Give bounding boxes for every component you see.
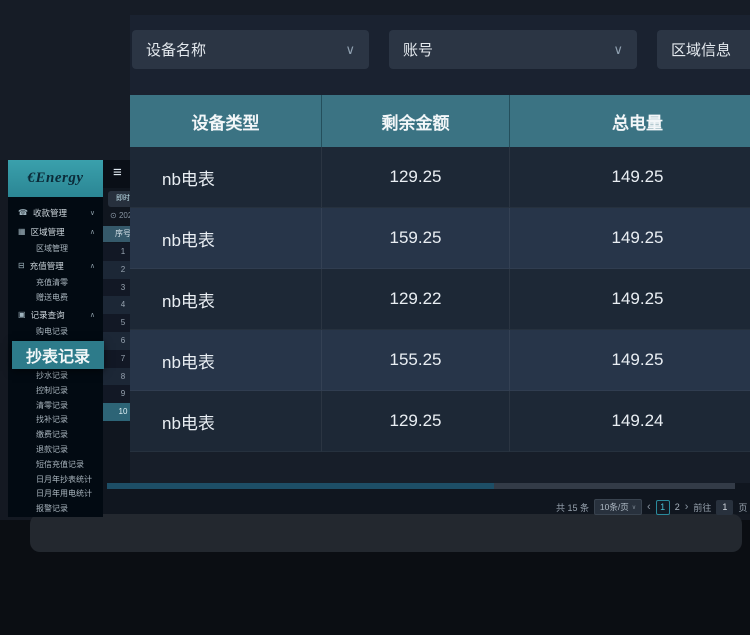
chevron-up-icon: ∧ [90,262,95,270]
sidebar-item-payment[interactable]: ☎ 收款管理 ∨ [8,203,103,222]
region-select-value: 区域信息 [671,39,731,60]
sidebar-item-clear-records[interactable]: 清零记录 [8,399,103,414]
goto-suffix: 页 [738,501,747,514]
sidebar-item-sms-recharge-records[interactable]: 短信充值记录 [8,458,103,473]
sidebar-item-label: 充值管理 [30,260,64,272]
table-row[interactable]: nb电表 129.25 149.25 [130,147,750,208]
sidebar-item-refund-records[interactable]: 退款记录 [8,443,103,458]
scrollbar-track[interactable] [494,483,735,489]
table-body: nb电表 129.25 149.25 nb电表 159.25 149.25 nb… [130,147,750,452]
pagination-bar: 共 15 条 10条/页 ∨ ‹ 1 2 › 前往 1 页 [556,497,747,517]
goto-label: 前往 [693,501,711,514]
sidebar-item-payment-records[interactable]: 缴费记录 [8,428,103,443]
column-header-remaining-amount: 剩余金额 [322,95,510,147]
recharge-card-icon: ⊟ [18,261,25,270]
sidebar-item-recharge-clear[interactable]: 充值清零 [8,275,103,290]
page-size-select[interactable]: 10条/页 ∨ [594,499,642,515]
account-select-value: 账号 [403,39,433,60]
chevron-down-icon: ∨ [613,42,623,58]
table-row[interactable]: nb电表 129.25 149.24 [130,391,750,452]
records-icon: ▣ [18,310,26,319]
hamburger-menu-icon[interactable]: ≡ [113,164,122,181]
app-logo: €Energy [8,160,103,197]
cell-device-type: nb电表 [130,391,322,452]
clock-icon: ⊙ [110,211,117,220]
scrollbar-thumb[interactable] [107,483,494,489]
device-name-select-value: 设备名称 [146,39,206,60]
device-name-select[interactable]: 设备名称 ∨ [132,30,369,69]
sidebar-item-purchase-records[interactable]: 购电记录 [8,324,103,339]
cell-remaining-amount: 155.25 [322,330,510,391]
goto-page-input[interactable]: 1 [716,500,733,515]
table-row[interactable]: nb电表 155.25 149.25 [130,330,750,391]
cell-remaining-amount: 129.22 [322,269,510,330]
cell-total-power: 149.24 [510,391,750,452]
chevron-up-icon: ∧ [90,311,95,319]
sidebar-item-recharge-group[interactable]: ⊟ 充值管理 ∧ [8,256,103,275]
next-page-button[interactable]: › [685,500,689,514]
column-header-total-power: 总电量 [510,95,750,147]
sidebar-item-region-group[interactable]: ▦ 区域管理 ∧ [8,222,103,241]
table-empty-area [130,452,750,483]
chevron-down-icon: ∨ [90,209,95,217]
cell-device-type: nb电表 [130,147,322,208]
cell-total-power: 149.25 [510,208,750,269]
table-row[interactable]: nb电表 159.25 149.25 [130,208,750,269]
cell-remaining-amount: 129.25 [322,391,510,452]
cell-device-type: nb电表 [130,269,322,330]
sidebar-item-label: 区域管理 [31,226,65,238]
payment-icon: ☎ [18,208,28,217]
chevron-down-icon: ∨ [345,42,355,58]
account-select[interactable]: 账号 ∨ [389,30,637,69]
pagination-total: 共 15 条 [556,501,589,514]
sidebar-item-alarm-records[interactable]: 报警记录 [8,502,103,517]
cell-remaining-amount: 159.25 [322,208,510,269]
sidebar-item-usage-statistics[interactable]: 日月年用电统计 [8,487,103,502]
cell-total-power: 149.25 [510,330,750,391]
horizontal-scrollbar [0,483,750,489]
sidebar-item-gift-power[interactable]: 赠送电费 [8,290,103,305]
page-button-current[interactable]: 1 [656,500,670,515]
records-panel: 设备名称 ∨ 账号 ∨ 区域信息 设备类型 剩余金额 总电量 nb电表 129.… [130,15,750,483]
chevron-down-icon: ∨ [632,504,636,511]
cell-device-type: nb电表 [130,208,322,269]
column-header-device-type: 设备类型 [130,95,322,147]
cell-total-power: 149.25 [510,147,750,208]
sidebar-item-control-records[interactable]: 控制记录 [8,384,103,399]
sidebar: €Energy ☎ 收款管理 ∨ ▦ 区域管理 ∧ 区域管理 ⊟ 充值管理 ∧ … [8,160,103,517]
chevron-up-icon: ∧ [90,228,95,236]
active-menu-callout[interactable]: 抄表记录 [12,341,104,369]
sidebar-item-records-group[interactable]: ▣ 记录查询 ∧ [8,305,103,324]
page-background-bottom-card [30,514,742,552]
filter-bar: 设备名称 ∨ 账号 ∨ 区域信息 [132,30,750,69]
table-row[interactable]: nb电表 129.22 149.25 [130,269,750,330]
page-size-value: 10条/页 [600,501,629,513]
cell-device-type: nb电表 [130,330,322,391]
region-select[interactable]: 区域信息 [657,30,750,69]
app-root: ≡ 即时抄表 ⊙ 2024 序号 1 2 3 4 5 6 7 8 9 10 €E… [0,0,750,635]
page-button[interactable]: 2 [675,502,680,512]
sidebar-item-label: 记录查询 [31,309,65,321]
sidebar-item-region[interactable]: 区域管理 [8,241,103,256]
cell-remaining-amount: 129.25 [322,147,510,208]
sidebar-item-water-reading-records[interactable]: 抄水记录 [8,369,103,384]
sidebar-item-adjust-records[interactable]: 找补记录 [8,413,103,428]
sidebar-item-label: 收款管理 [33,207,67,219]
table-header-row: 设备类型 剩余金额 总电量 [130,95,750,147]
cell-total-power: 149.25 [510,269,750,330]
region-icon: ▦ [18,227,26,236]
prev-page-button[interactable]: ‹ [647,500,651,514]
